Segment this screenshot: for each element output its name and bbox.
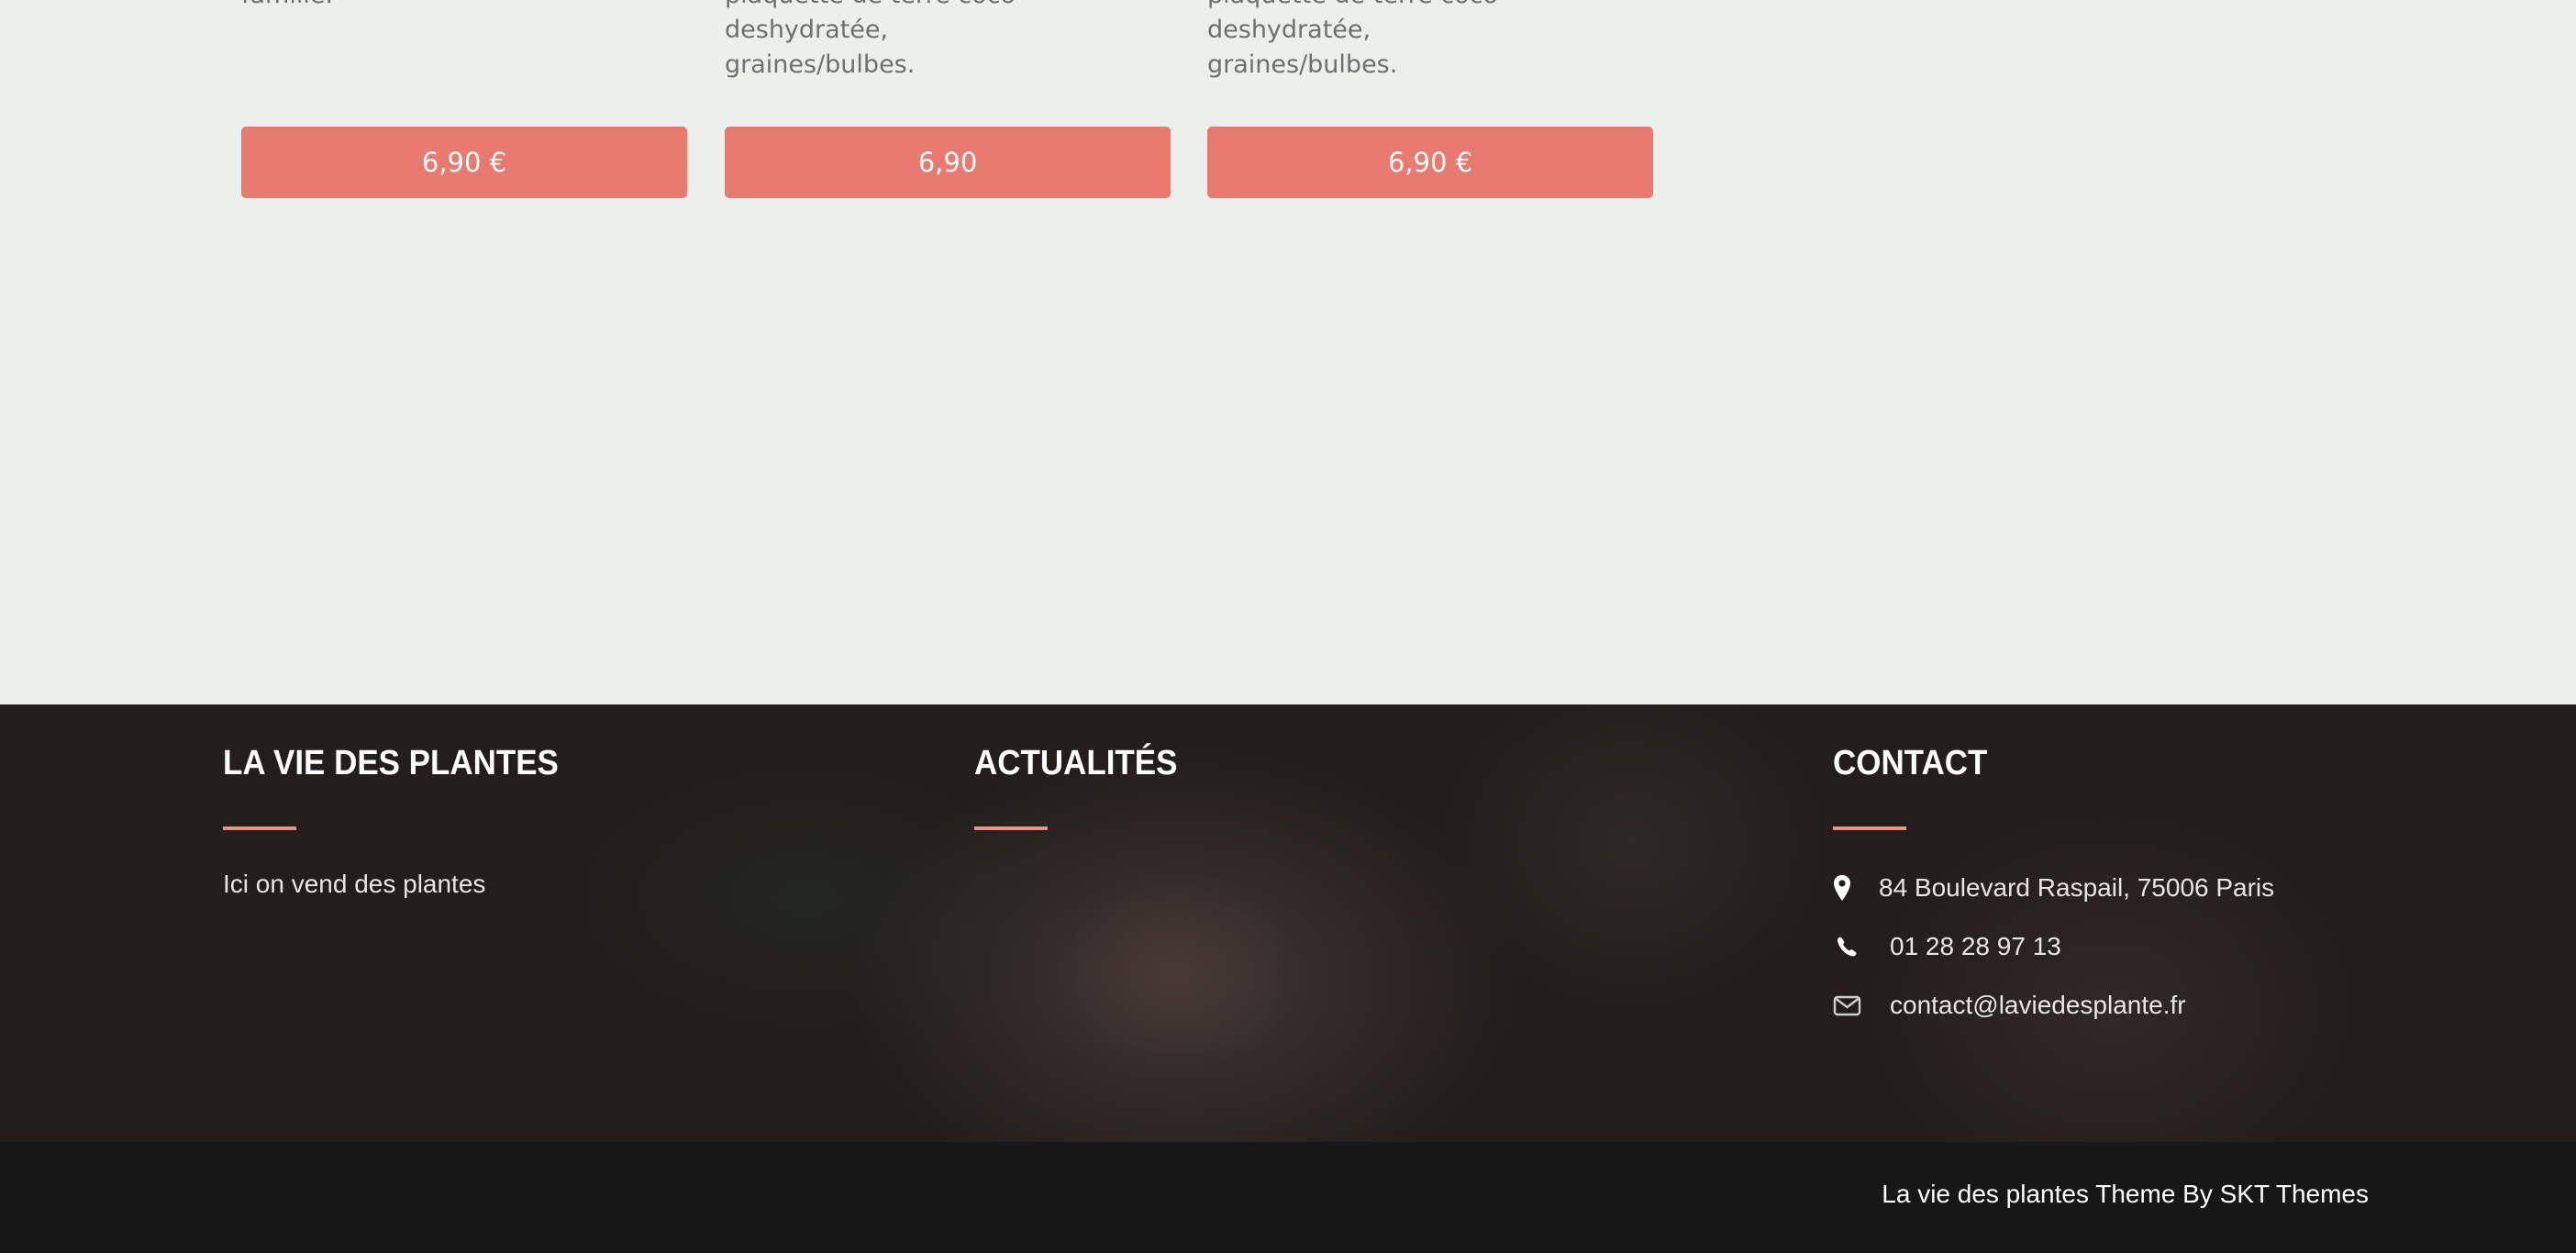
product-description: plaquette de terre coco deshydratée, gra… (725, 0, 1016, 79)
heading-underline (223, 826, 296, 830)
site-footer: LA VIE DES PLANTES Ici on vend des plant… (0, 704, 2576, 1142)
product-description: famille. (241, 0, 687, 13)
footer-news-heading: ACTUALITÉS (974, 744, 1178, 782)
bottom-bar: La vie des plantes Theme By SKT Themes (0, 1142, 2576, 1253)
contact-phone[interactable]: 01 28 28 97 13 (1890, 928, 2061, 965)
footer-contact-heading: CONTACT (1833, 744, 1988, 782)
footer-about-text: Ici on vend des plantes (223, 870, 486, 898)
price-button[interactable]: 6,90 € (1207, 127, 1653, 198)
map-marker-icon (1833, 873, 1864, 903)
heading-underline (1833, 826, 1906, 830)
page: famille. 6,90 € plaquette de terre coco … (0, 0, 2576, 1253)
footer-about-heading: LA VIE DES PLANTES (223, 744, 559, 782)
theme-credits[interactable]: La vie des plantes Theme By SKT Themes (1882, 1179, 2369, 1210)
contact-address: 84 Boulevard Raspail, 75006 Paris (1879, 873, 2275, 902)
product-description: plaquette de terre coco deshydratée, gra… (1207, 0, 1498, 79)
price-button[interactable]: 6,90 (725, 127, 1171, 198)
product-section: famille. 6,90 € plaquette de terre coco … (0, 0, 2576, 704)
heading-underline (974, 826, 1048, 830)
phone-icon (1833, 932, 1864, 961)
price-button[interactable]: 6,90 € (241, 127, 687, 198)
envelope-icon (1833, 991, 1864, 1020)
contact-email-link[interactable]: contact@laviedesplante.fr (1890, 987, 2186, 1024)
